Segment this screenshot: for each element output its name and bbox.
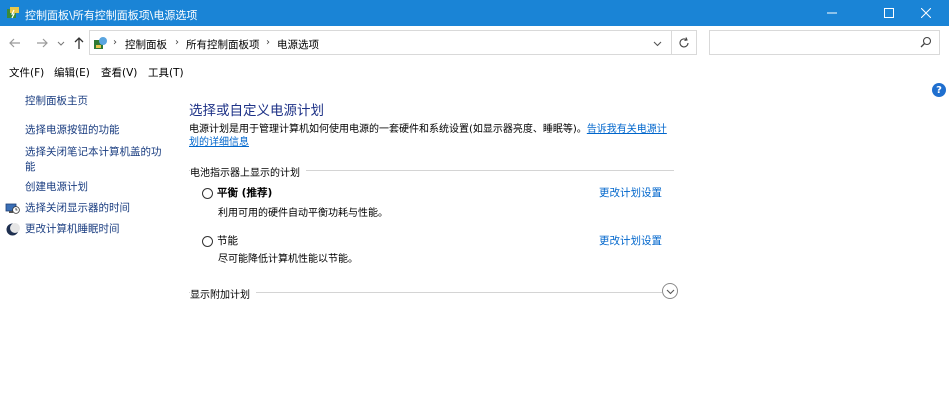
main-panel: 选择或自定义电源计划 电源计划是用于管理计算机如何使用电源的一套硬件和系统设置(…: [189, 82, 889, 400]
show-additional-plans-label[interactable]: 显示附加计划: [190, 286, 256, 301]
plan-balanced-settings-link[interactable]: 更改计划设置: [599, 185, 662, 200]
sidebar-item-create-plan[interactable]: 创建电源计划: [25, 180, 88, 195]
page-description: 电源计划是用于管理计算机如何使用电源的一套硬件和系统设置(如显示器亮度、睡眠等)…: [189, 123, 679, 149]
search-box[interactable]: [709, 30, 940, 55]
navigation-bar: › 控制面板 › 所有控制面板项 › 电源选项: [0, 26, 949, 62]
plan-power-saver-radio[interactable]: [202, 236, 213, 247]
minimize-button[interactable]: [809, 0, 855, 26]
plan-balanced-description: 利用可用的硬件自动平衡功耗与性能。: [218, 208, 388, 219]
plan-power-saver-description: 尽可能降低计算机性能以节能。: [218, 254, 358, 265]
help-button[interactable]: ?: [932, 83, 946, 97]
learn-more-link-cont[interactable]: 划的详细信息: [189, 137, 249, 148]
menu-tools[interactable]: 工具(T): [148, 65, 184, 80]
menu-bar: 文件(F) 编辑(E) 查看(V) 工具(T): [0, 62, 949, 82]
refresh-button[interactable]: [675, 34, 693, 52]
sidebar-item-lid-close-cont[interactable]: 能: [25, 160, 36, 175]
back-button[interactable]: [6, 34, 24, 52]
plan-power-saver-settings-link[interactable]: 更改计划设置: [599, 233, 662, 248]
up-button[interactable]: [70, 34, 88, 52]
description-text: 电源计划是用于管理计算机如何使用电源的一套硬件和系统设置(如显示器亮度、睡眠等)…: [189, 124, 587, 135]
sidebar-item-control-panel-home[interactable]: 控制面板主页: [25, 94, 88, 109]
plan-power-saver-name[interactable]: 节能: [217, 233, 238, 248]
breadcrumb-control-panel[interactable]: 控制面板: [125, 37, 167, 52]
expand-additional-plans-button[interactable]: [662, 283, 678, 299]
address-divider: [671, 31, 672, 54]
plan-balanced-radio[interactable]: [202, 188, 213, 199]
search-input[interactable]: [714, 34, 914, 51]
plan-balanced-name[interactable]: 平衡 (推荐): [217, 185, 272, 200]
close-button[interactable]: [903, 0, 949, 26]
sidebar-item-display-off[interactable]: 选择关闭显示器的时间: [25, 201, 130, 216]
sidebar-item-power-button[interactable]: 选择电源按钮的功能: [25, 123, 120, 138]
address-bar[interactable]: › 控制面板 › 所有控制面板项 › 电源选项: [89, 30, 697, 55]
menu-view[interactable]: 查看(V): [101, 65, 137, 80]
monitor-clock-icon: [5, 201, 20, 216]
battery-plans-label: 电池指示器上显示的计划: [190, 164, 306, 179]
control-panel-icon: [93, 36, 108, 51]
menu-file[interactable]: 文件(F): [9, 65, 44, 80]
breadcrumb-separator: ›: [113, 37, 117, 48]
address-dropdown-button[interactable]: [649, 35, 665, 51]
sidebar-item-sleep-time[interactable]: 更改计算机睡眠时间: [25, 222, 120, 237]
search-icon[interactable]: [920, 36, 934, 50]
extra-plans-divider: [189, 292, 662, 293]
breadcrumb-separator: ›: [266, 37, 270, 48]
page-title: 选择或自定义电源计划: [189, 103, 324, 119]
learn-more-link[interactable]: 告诉我有关电源计: [587, 124, 667, 135]
sidebar-item-lid-close[interactable]: 选择关闭笔记本计算机盖的功: [25, 145, 162, 160]
moon-icon: [5, 222, 20, 237]
breadcrumb-separator: ›: [175, 37, 179, 48]
forward-button[interactable]: [33, 34, 51, 52]
power-options-icon: [6, 6, 20, 20]
sidebar: 控制面板主页 选择电源按钮的功能 选择关闭笔记本计算机盖的功 能 创建电源计划 …: [0, 82, 178, 400]
title-bar: 控制面板\所有控制面板项\电源选项: [0, 0, 949, 26]
menu-edit[interactable]: 编辑(E): [54, 65, 90, 80]
control-panel-window: 控制面板\所有控制面板项\电源选项 › 控制面板 › 所有控制面板项 › 电源选…: [0, 0, 949, 400]
recent-locations-button[interactable]: [55, 34, 67, 52]
breadcrumb-power-options[interactable]: 电源选项: [277, 37, 319, 52]
window-title: 控制面板\所有控制面板项\电源选项: [25, 9, 198, 22]
content-area: 控制面板主页 选择电源按钮的功能 选择关闭笔记本计算机盖的功 能 创建电源计划 …: [0, 82, 949, 400]
breadcrumb-all-items[interactable]: 所有控制面板项: [186, 37, 260, 52]
